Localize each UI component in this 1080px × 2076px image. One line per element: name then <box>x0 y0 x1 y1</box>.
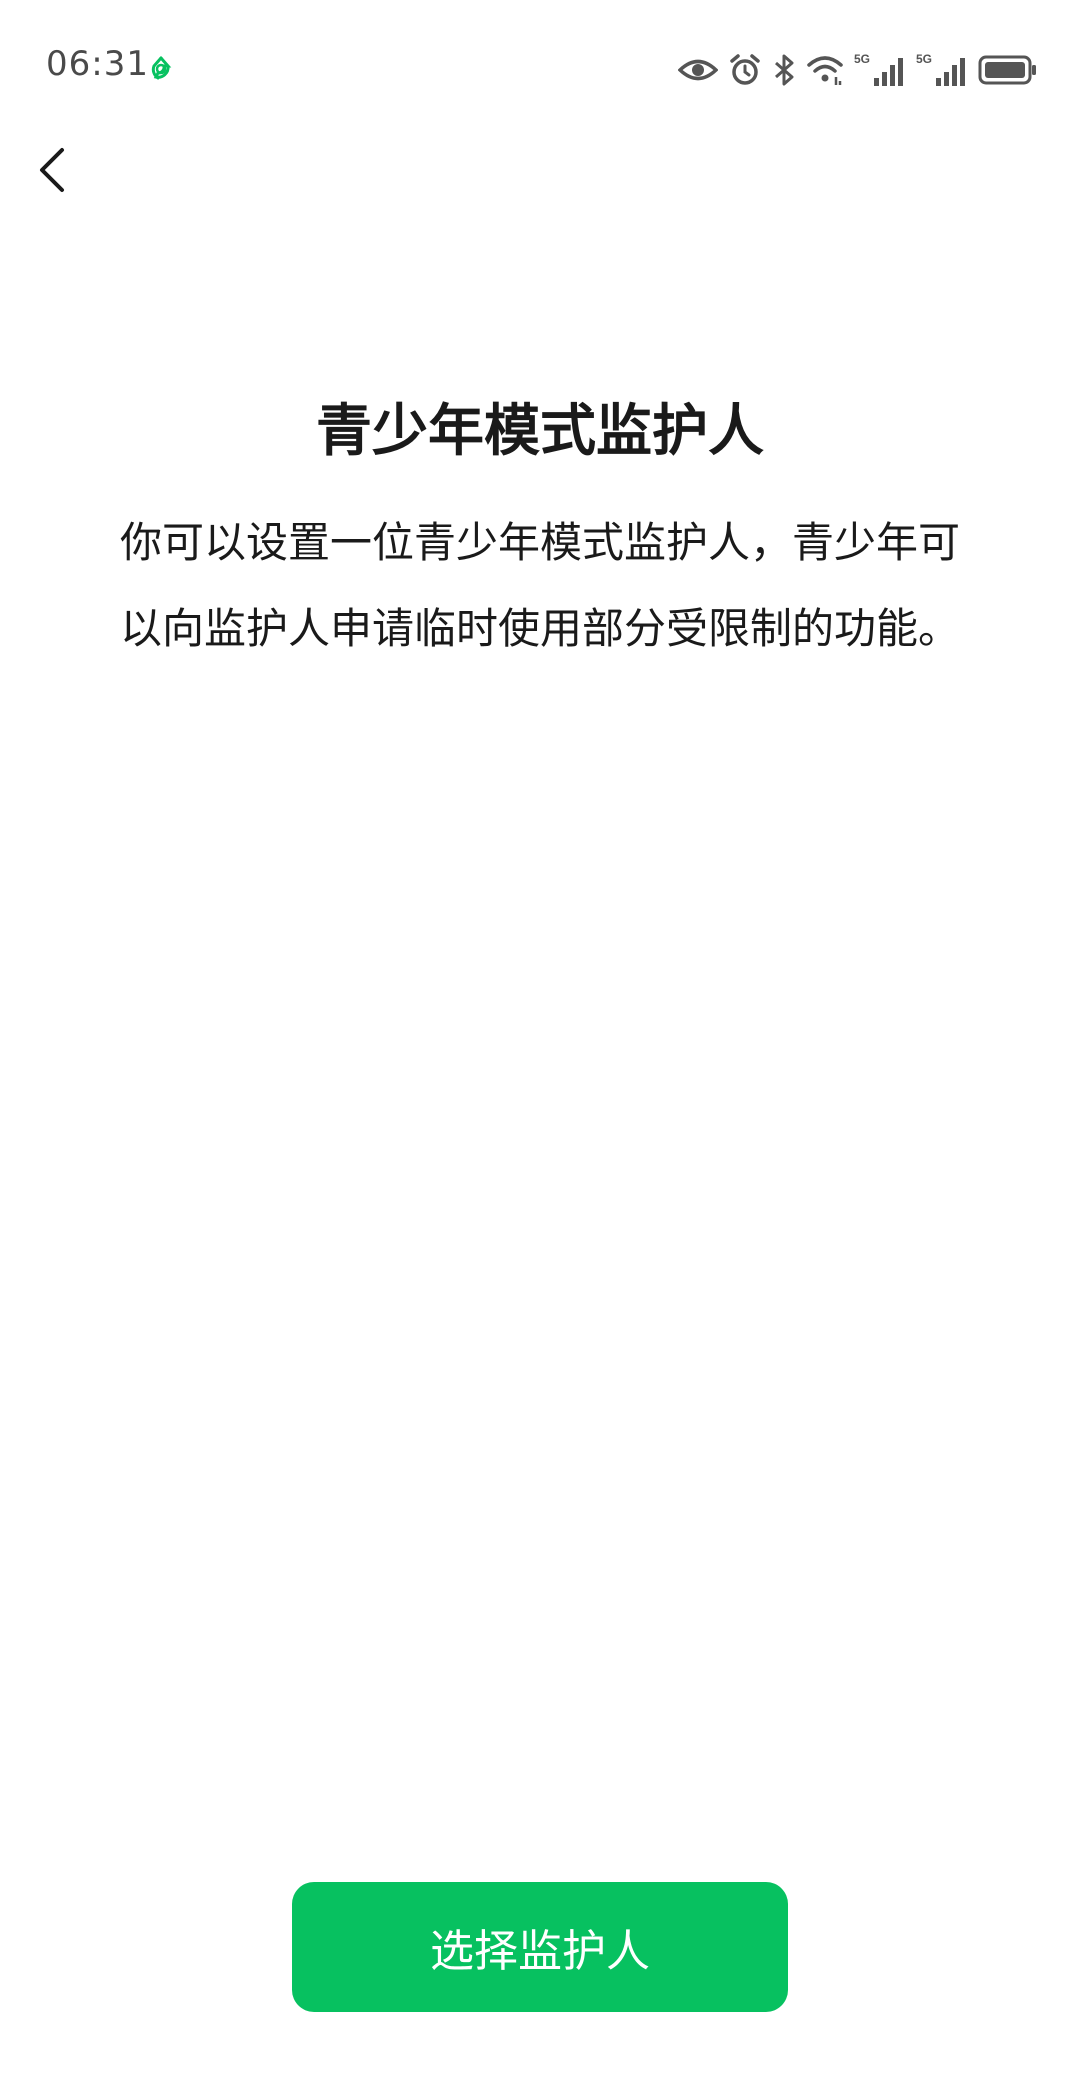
bluetooth-icon <box>772 53 796 87</box>
svg-text:5G: 5G <box>854 52 870 66</box>
signal-5g-icon: 5G <box>854 52 906 88</box>
battery-icon <box>978 54 1038 86</box>
chevron-left-icon <box>28 148 108 220</box>
recycle-arrows-icon <box>146 54 176 84</box>
status-time: 06:31 <box>46 44 149 84</box>
wifi-icon <box>806 53 844 87</box>
back-button[interactable] <box>28 136 108 216</box>
eye-icon <box>678 55 718 85</box>
select-guardian-button[interactable]: 选择监护人 <box>292 1882 788 2012</box>
description-text: 你可以设置一位青少年模式监护人，青少年可以向监护人申请临时使用部分受限制的功能。 <box>119 518 960 653</box>
svg-text:5G: 5G <box>916 52 932 66</box>
page-title: 青少年模式监护人 <box>316 399 764 464</box>
status-bar: 06:31 5G 5G <box>0 0 1080 140</box>
signal-5g-icon: 5G <box>916 52 968 88</box>
select-guardian-button-label: 选择监护人 <box>430 1926 650 1977</box>
status-icons: 5G 5G <box>678 48 1038 92</box>
alarm-icon <box>728 53 762 87</box>
guardian-setup-screen: 06:31 5G 5G 青少年模式监护人 你可以设置一位青少年模式监护人，青少年… <box>0 0 1080 2076</box>
